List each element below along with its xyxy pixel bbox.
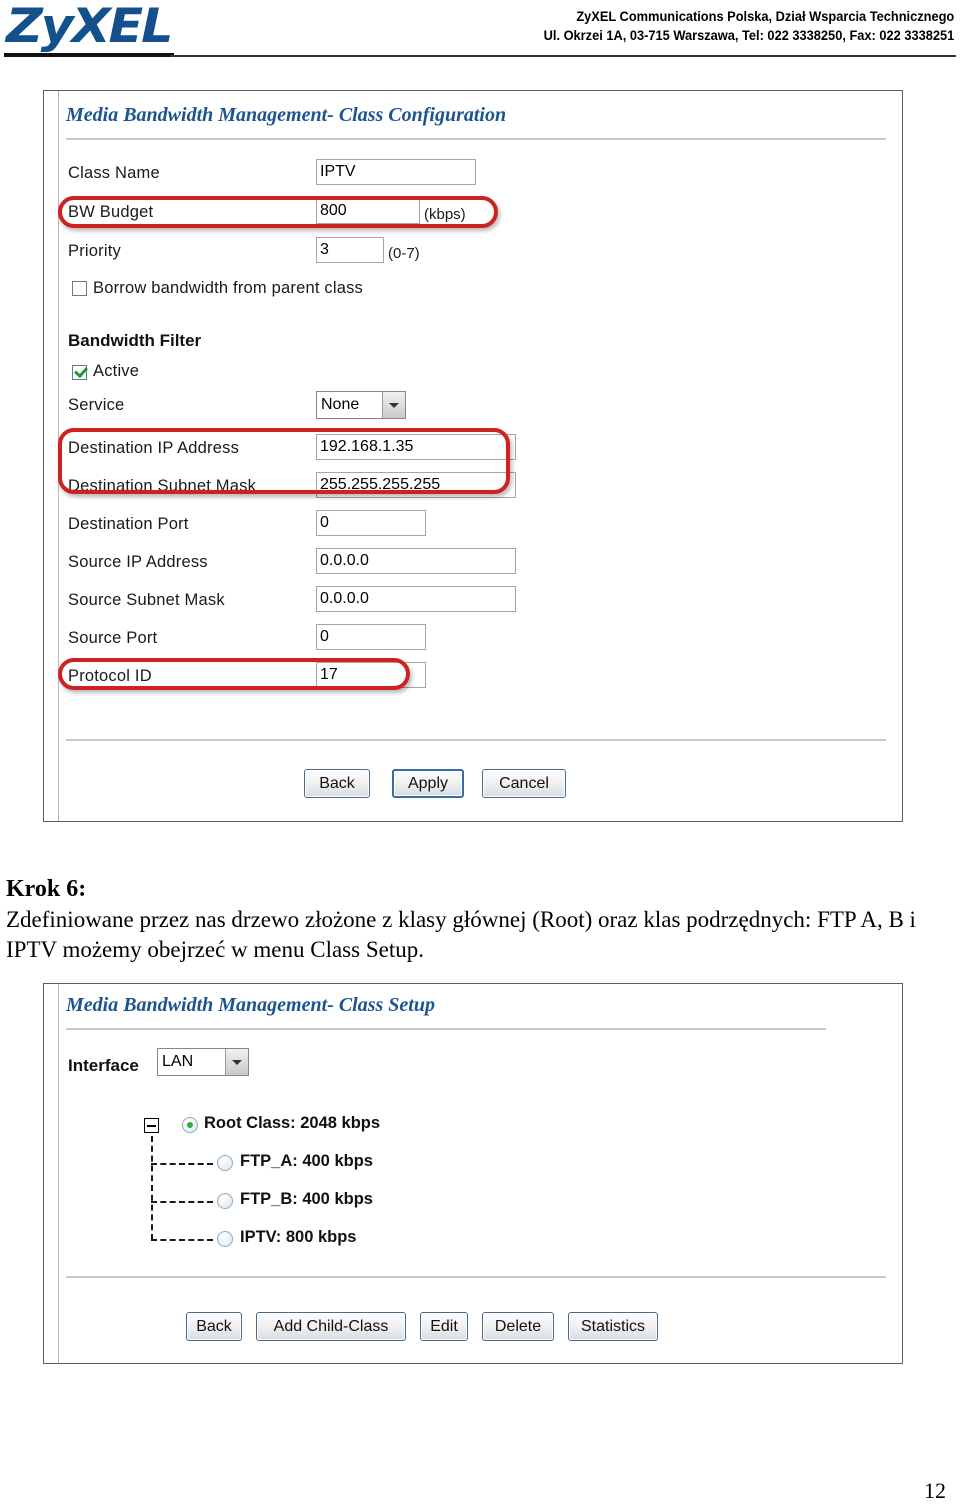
company-address-line: Ul. Okrzei 1A, 03-715 Warszawa, Tel: 022… [543,28,954,43]
tree-collapse-icon[interactable] [144,1118,159,1133]
letterhead: ZyXEL ZyXEL Communications Polska, Dział… [0,0,960,62]
back-button[interactable]: Back [186,1312,242,1341]
service-label: Service [68,396,125,414]
page-number: 12 [924,1478,946,1503]
class-setup-title: Media Bandwidth Management- Class Setup [66,994,435,1016]
tree-radio-child[interactable] [217,1193,233,1209]
filter-active-checkbox[interactable] [72,365,87,380]
tree-radio-child[interactable] [217,1231,233,1247]
setup-title-divider [66,1028,826,1030]
filter-active-label: Active [93,362,140,380]
company-address-block: ZyXEL Communications Polska, Dział Wspar… [543,7,954,45]
service-select-value: None [321,396,360,413]
class-configuration-panel: Media Bandwidth Management- Class Config… [43,90,903,822]
bw-budget-unit: (kbps) [424,206,466,223]
filter-row-input[interactable]: 0.0.0.0 [316,548,516,574]
filter-row-label: Destination Port [68,515,189,533]
interface-label: Interface [68,1056,139,1075]
filter-row-label: Source IP Address [68,553,208,571]
tree-label-child: FTP_A: 400 kbps [240,1152,373,1170]
borrow-bandwidth-checkbox[interactable] [72,281,87,296]
tree-connector-horizontal [151,1239,213,1241]
service-select[interactable]: None [316,391,406,419]
class-name-label: Class Name [68,164,160,182]
zyxel-logo: ZyXEL [6,0,173,54]
edit-button[interactable]: Edit [420,1312,468,1341]
filter-row-label: Destination Subnet Mask [68,477,257,495]
class-name-input[interactable]: IPTV [316,159,476,185]
cancel-button[interactable]: Cancel [482,769,566,798]
tree-radio-root[interactable] [182,1117,198,1133]
filter-row-input[interactable]: 0.0.0.0 [316,586,516,612]
interface-select-value: LAN [162,1053,194,1070]
delete-button[interactable]: Delete [482,1312,554,1341]
filter-row-label: Source Port [68,629,158,647]
class-setup-body [58,984,902,1363]
step-body-text: Zdefiniowane przez nas drzewo złożone z … [6,907,916,962]
bw-budget-label: BW Budget [68,203,154,221]
actions-divider [66,739,886,741]
filter-row-input[interactable]: 17 [316,662,426,688]
header-rule-thick [4,53,174,57]
back-button[interactable]: Back [304,769,370,798]
header-rule-thin [170,55,956,57]
apply-button[interactable]: Apply [392,769,464,798]
priority-input[interactable]: 3 [316,237,384,263]
filter-row-label: Source Subnet Mask [68,591,225,609]
filter-row-label: Protocol ID [68,667,152,685]
class-setup-panel: Media Bandwidth Management- Class Setup … [43,983,903,1364]
filter-row-input[interactable]: 192.168.1.35 [316,434,516,460]
filter-row-input[interactable]: 255.255.255.255 [316,472,516,498]
filter-row-label: Destination IP Address [68,439,240,457]
title-divider [66,138,886,140]
priority-label: Priority [68,242,121,260]
borrow-bandwidth-label: Borrow bandwidth from parent class [93,279,364,297]
setup-actions-divider [66,1276,886,1278]
bw-budget-input[interactable]: 800 [316,198,420,224]
statistics-button[interactable]: Statistics [568,1312,658,1341]
tree-label-root: Root Class: 2048 kbps [204,1114,381,1132]
priority-range-hint: (0-7) [388,245,420,262]
company-name-line: ZyXEL Communications Polska, Dział Wspar… [576,9,954,24]
filter-row-input[interactable]: 0 [316,510,426,536]
tree-connector-vertical [151,1136,153,1240]
tree-label-child: FTP_B: 400 kbps [240,1190,373,1208]
tree-connector-horizontal [151,1201,213,1203]
chevron-down-icon[interactable] [382,392,405,418]
tree-connector-horizontal [151,1163,213,1165]
chevron-down-icon[interactable] [225,1049,248,1075]
step-heading: Krok 6: [6,876,87,902]
add-child-class-button[interactable]: Add Child-Class [256,1312,406,1341]
filter-row-input[interactable]: 0 [316,624,426,650]
bandwidth-filter-section-label: Bandwidth Filter [68,331,202,350]
tree-radio-child[interactable] [217,1155,233,1171]
tree-label-child: IPTV: 800 kbps [240,1228,357,1246]
class-configuration-title: Media Bandwidth Management- Class Config… [66,104,507,126]
interface-select[interactable]: LAN [157,1048,249,1076]
